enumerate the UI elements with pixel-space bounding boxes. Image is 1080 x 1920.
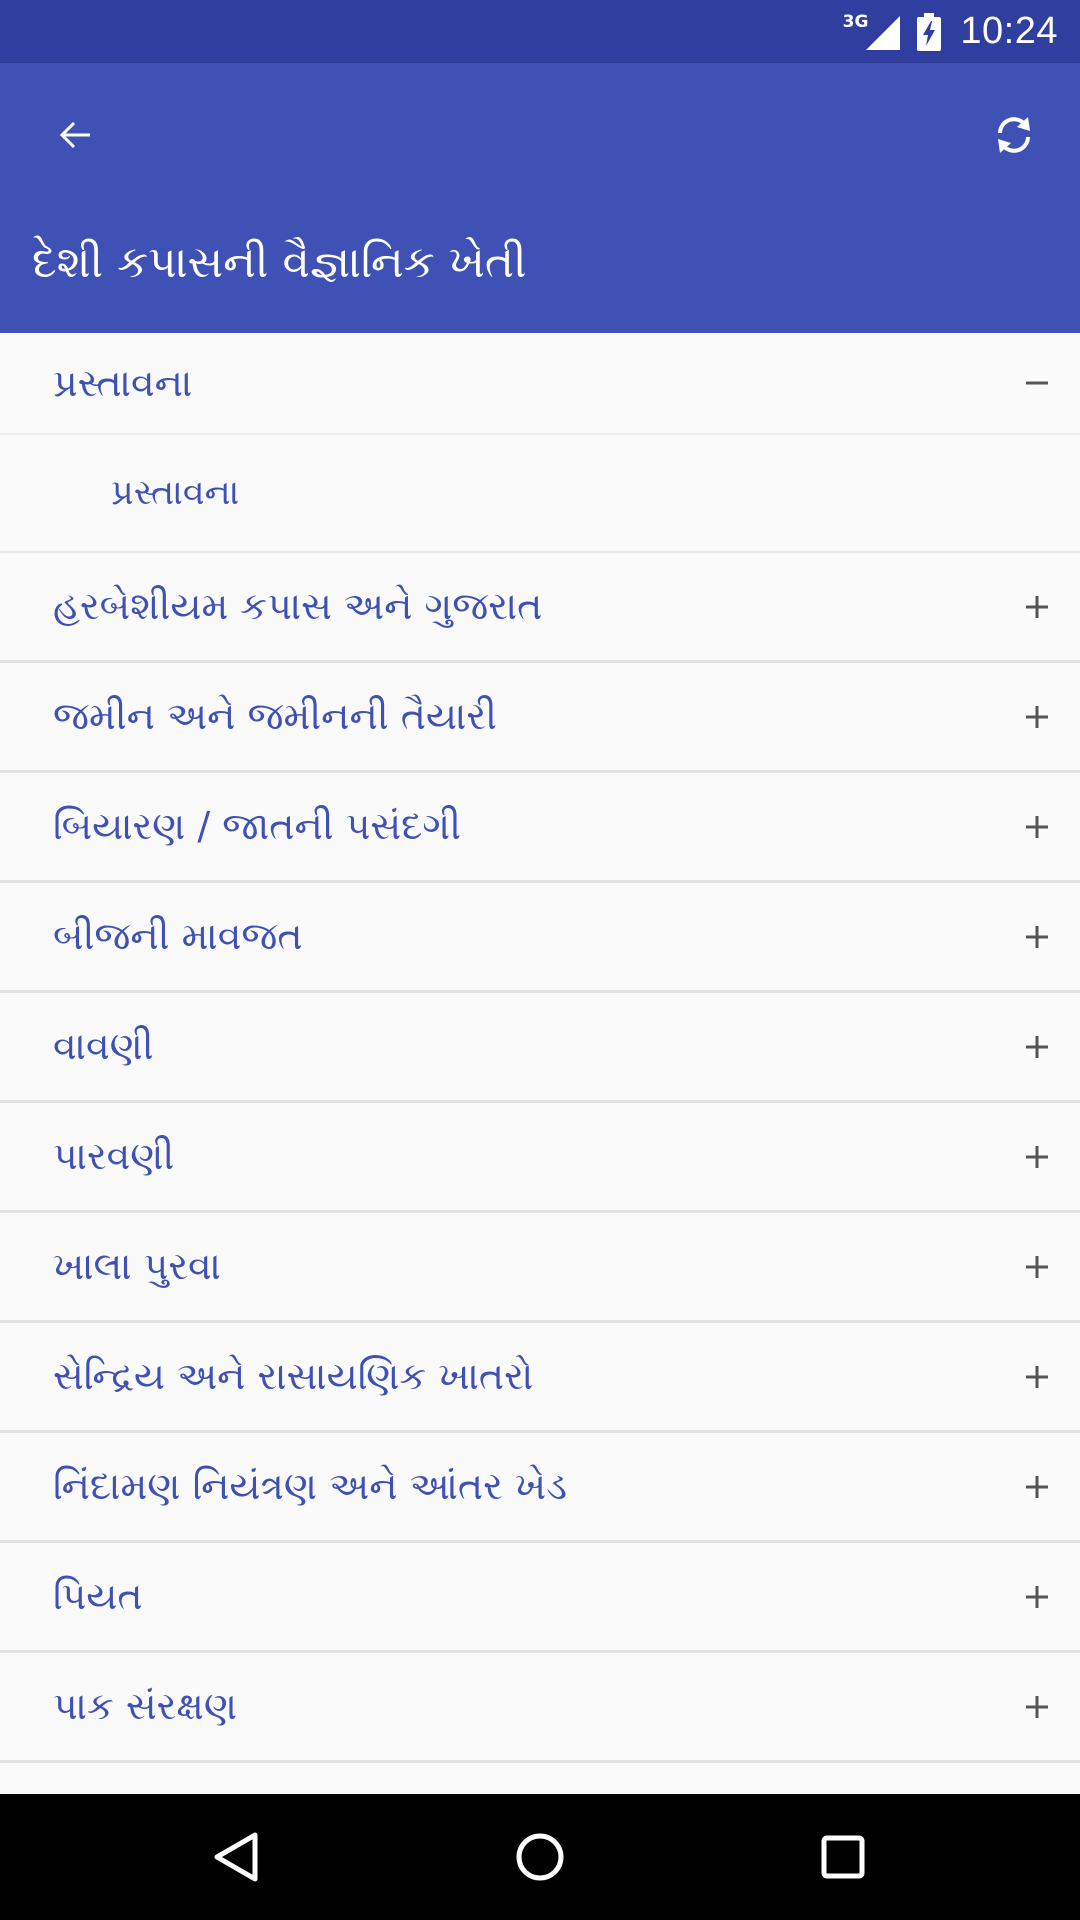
list-group-header[interactable]: નિંદામણ નિયંત્રણ અને આંતર ખેડ [0, 1433, 1080, 1543]
list-group-label: પિયત [53, 1574, 143, 1618]
plus-icon[interactable] [1022, 702, 1052, 732]
list-group-label: બિયારણ / જાતની પસંદગી [53, 804, 461, 848]
list-child-label: પ્રસ્તાવના [111, 473, 240, 513]
list-group-header[interactable]: પિયત [0, 1543, 1080, 1653]
nav-back-icon [214, 1832, 258, 1882]
list-group-header[interactable]: જમીન અને જમીનની તૈયારી [0, 663, 1080, 773]
signal-icon [866, 15, 901, 50]
list-group-label: પ્રસ્તાવના [53, 360, 193, 405]
nav-back-button[interactable] [192, 1812, 282, 1902]
list-group-header[interactable]: બીજની માવજત [0, 883, 1080, 993]
list-group-label: પારવણી [53, 1134, 175, 1178]
plus-icon[interactable] [1022, 1362, 1052, 1392]
list-group-header[interactable]: પારવણી [0, 1103, 1080, 1213]
clock: 10:24 [960, 10, 1058, 52]
list-group-label: વાવણી [53, 1024, 154, 1068]
arrow-left-icon [59, 121, 90, 149]
list-group-label: સેન્દ્રિય અને રાસાયણિક ખાતરો [53, 1354, 534, 1398]
app-bar: દેશી કપાસની વૈજ્ઞાનિક ખેતી [0, 63, 1080, 333]
list-group-label: હરબેશીયમ કપાસ અને ગુજરાત [53, 584, 543, 628]
list-group-header[interactable]: પાક સંરક્ષણ [0, 1653, 1080, 1763]
list-group-header[interactable]: હરબેશીયમ કપાસ અને ગુજરાત [0, 553, 1080, 663]
list-group-header[interactable]: વાવણી [0, 993, 1080, 1103]
battery-charging-icon [917, 12, 942, 51]
plus-icon[interactable] [1022, 1032, 1052, 1062]
page-title: દેશી કપાસની વૈજ્ઞાનિક ખેતી [32, 237, 527, 288]
list-group-header[interactable]: બિયારણ / જાતની પસંદગી [0, 773, 1080, 883]
minus-icon[interactable] [1022, 368, 1052, 398]
status-bar: 3G 10:24 [0, 0, 1080, 63]
network-type-label: 3G [842, 11, 869, 32]
plus-icon[interactable] [1022, 1142, 1052, 1172]
list-group-label: નિંદામણ નિયંત્રણ અને આંતર ખેડ [53, 1464, 567, 1508]
plus-icon[interactable] [1022, 922, 1052, 952]
nav-recents-icon [821, 1835, 865, 1879]
plus-icon[interactable] [1022, 1472, 1052, 1502]
nav-home-button[interactable] [495, 1812, 585, 1902]
list-group-header[interactable]: પ્રસ્તાવના [0, 333, 1080, 435]
list-group-label: જમીન અને જમીનની તૈયારી [53, 694, 497, 738]
chapter-list: પ્રસ્તાવના પ્રસ્તાવના હરબેશીયમ કપાસ અને … [0, 333, 1080, 1763]
plus-icon[interactable] [1022, 812, 1052, 842]
list-group-header[interactable]: ખાલા પુરવા [0, 1213, 1080, 1323]
nav-recents-button[interactable] [798, 1812, 888, 1902]
list-child-item[interactable]: પ્રસ્તાવના [0, 435, 1080, 553]
status-icons: 3G 10:24 [843, 0, 1058, 63]
refresh-icon [998, 117, 1030, 153]
back-button[interactable] [28, 87, 124, 183]
plus-icon[interactable] [1022, 1692, 1052, 1722]
refresh-button[interactable] [966, 87, 1062, 183]
plus-icon[interactable] [1022, 1582, 1052, 1612]
list-group-header[interactable]: સેન્દ્રિય અને રાસાયણિક ખાતરો [0, 1323, 1080, 1433]
nav-home-icon [516, 1833, 564, 1881]
plus-icon[interactable] [1022, 592, 1052, 622]
list-group-label: ખાલા પુરવા [53, 1244, 221, 1288]
list-group-label: બીજની માવજત [53, 914, 303, 958]
list-group-label: પાક સંરક્ષણ [53, 1684, 238, 1728]
plus-icon[interactable] [1022, 1252, 1052, 1282]
system-navigation-bar [0, 1794, 1080, 1920]
